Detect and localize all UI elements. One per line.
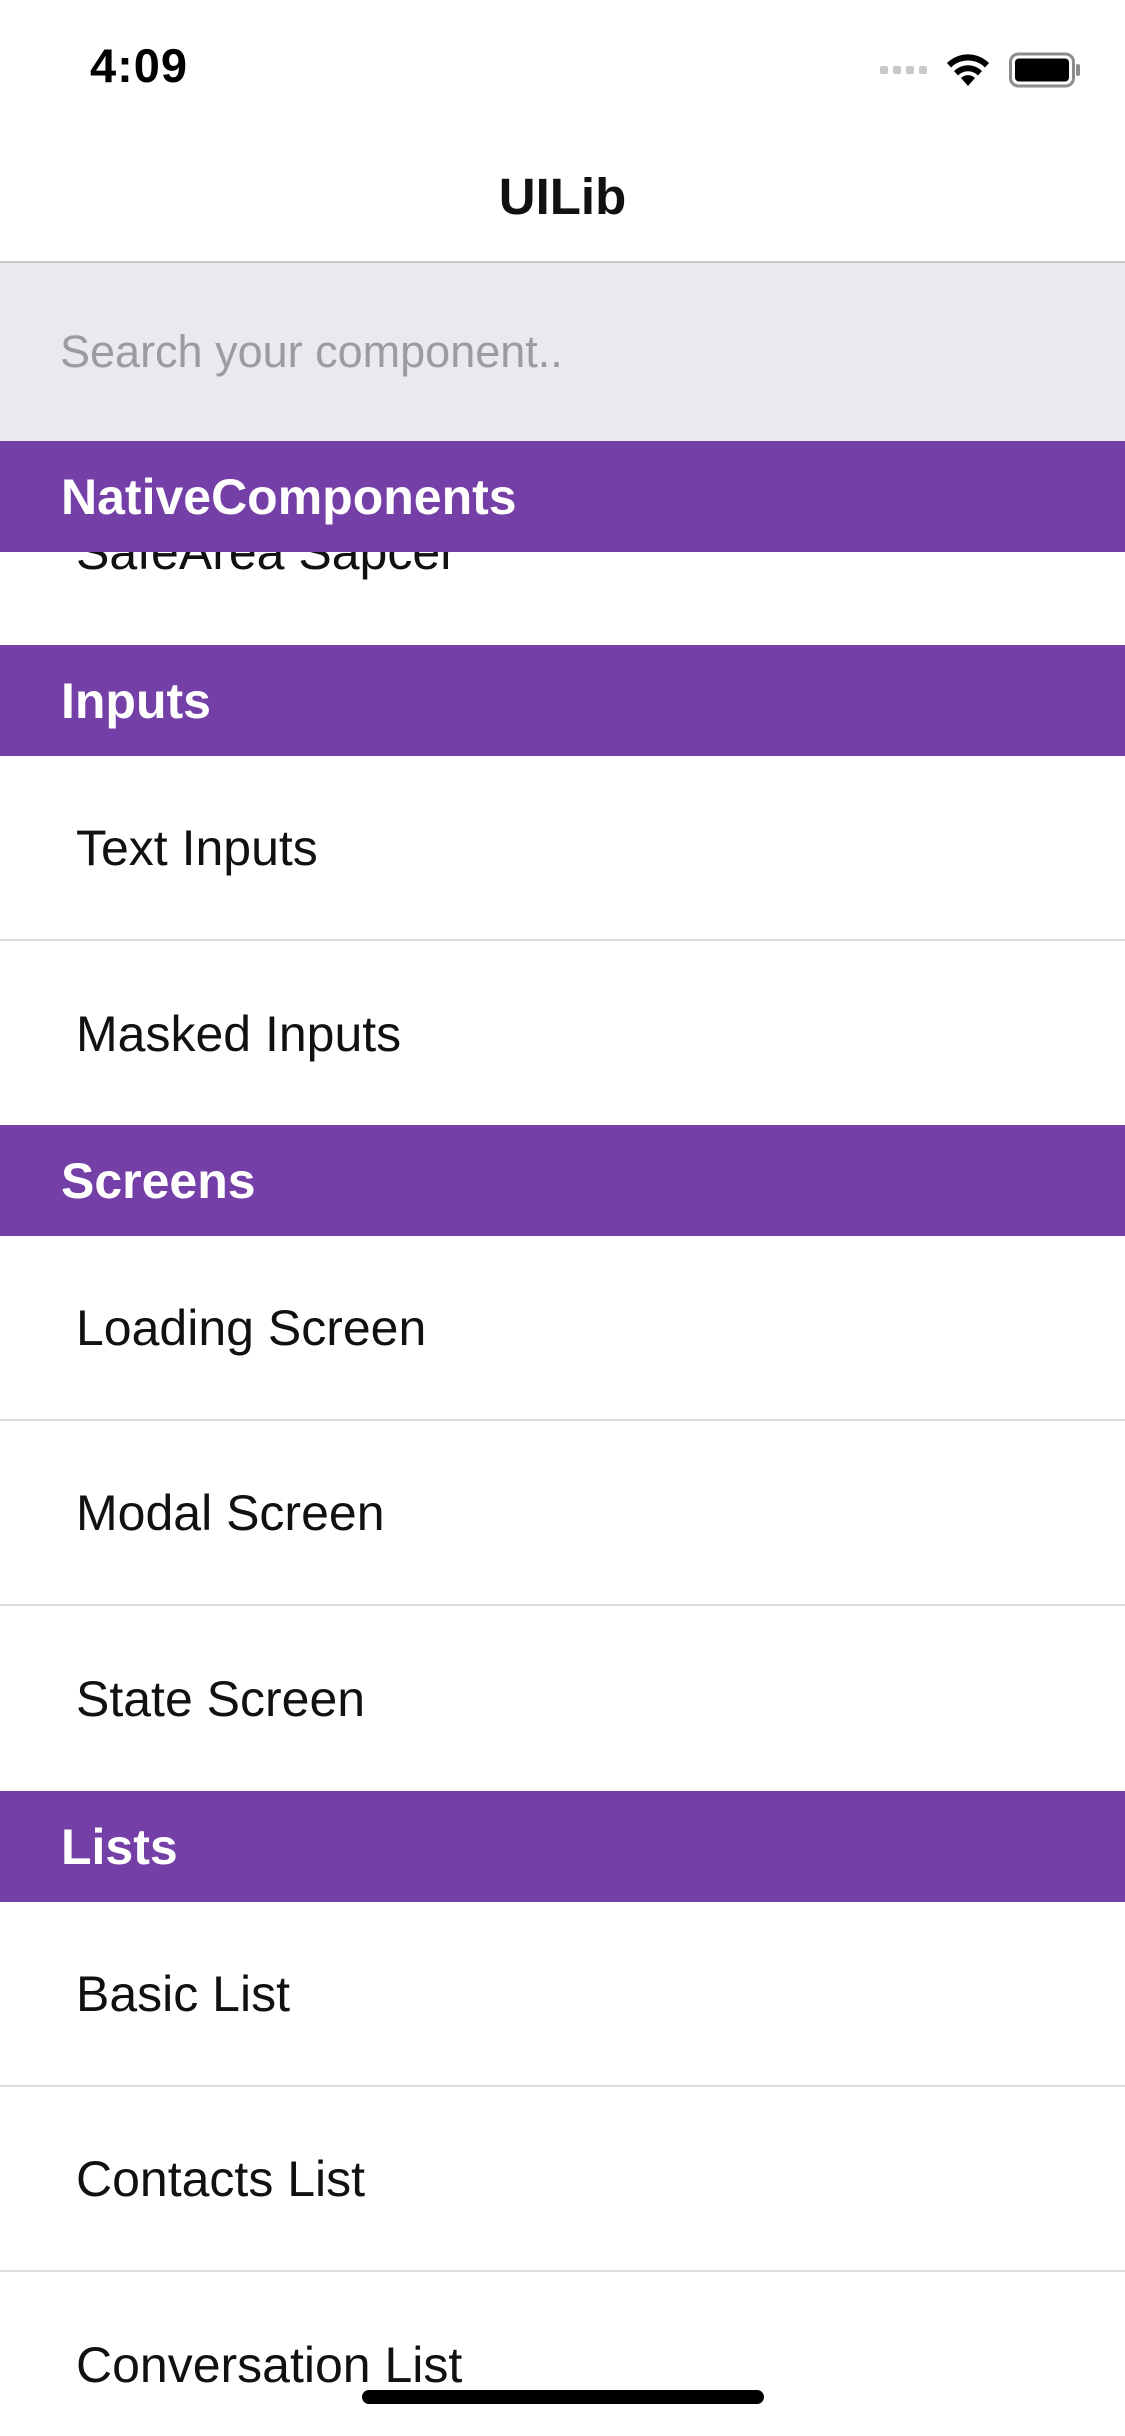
list-item-safearea-spacer[interactable]: SafeArea Sapcer <box>0 551 1125 645</box>
section-title: Lists <box>61 1818 178 1875</box>
list-item-label: Text Inputs <box>76 819 318 876</box>
search-bar <box>0 263 1125 441</box>
cellular-dots-icon <box>880 66 927 74</box>
section-header-screens: Screens <box>0 1125 1125 1236</box>
list-item-contacts-list[interactable]: Contacts List <box>0 2087 1125 2272</box>
battery-icon <box>1009 52 1080 88</box>
list-item-text-inputs[interactable]: Text Inputs <box>0 756 1125 941</box>
section-title: Inputs <box>61 672 211 729</box>
section-title: Screens <box>61 1152 256 1209</box>
list-item-label: Conversation List <box>76 2336 463 2393</box>
list-item-state-screen[interactable]: State Screen <box>0 1606 1125 1791</box>
component-list[interactable]: NativeComponents SafeArea Sapcer Inputs … <box>0 441 1125 2436</box>
list-item-label: Masked Inputs <box>76 1005 402 1062</box>
list-item-label: Basic List <box>76 1965 290 2022</box>
list-item-basic-list[interactable]: Basic List <box>0 1902 1125 2087</box>
status-time: 4:09 <box>90 39 189 92</box>
section-title: NativeComponents <box>61 468 517 525</box>
section-header-nativecomponents: NativeComponents <box>0 441 1125 552</box>
section-header-inputs: Inputs <box>0 645 1125 756</box>
status-icons <box>880 48 1081 92</box>
status-bar: 4:09 <box>0 0 1125 132</box>
page-title: UILib <box>498 168 627 225</box>
list-item-label: SafeArea Sapcer <box>76 551 457 580</box>
navigation-bar: UILib <box>0 132 1125 263</box>
section-header-lists: Lists <box>0 1791 1125 1902</box>
list-item-conversation-list[interactable]: Conversation List <box>0 2272 1125 2436</box>
wifi-icon <box>947 54 989 86</box>
list-item-modal-screen[interactable]: Modal Screen <box>0 1421 1125 1606</box>
home-indicator[interactable] <box>362 2390 764 2404</box>
search-input[interactable] <box>60 263 1060 441</box>
list-item-label: Loading Screen <box>76 1299 427 1356</box>
list-item-label: Contacts List <box>76 2150 366 2207</box>
list-item-loading-screen[interactable]: Loading Screen <box>0 1236 1125 1421</box>
list-item-label: State Screen <box>76 1670 366 1727</box>
list-item-masked-inputs[interactable]: Masked Inputs <box>0 941 1125 1126</box>
list-item-label: Modal Screen <box>76 1484 385 1541</box>
